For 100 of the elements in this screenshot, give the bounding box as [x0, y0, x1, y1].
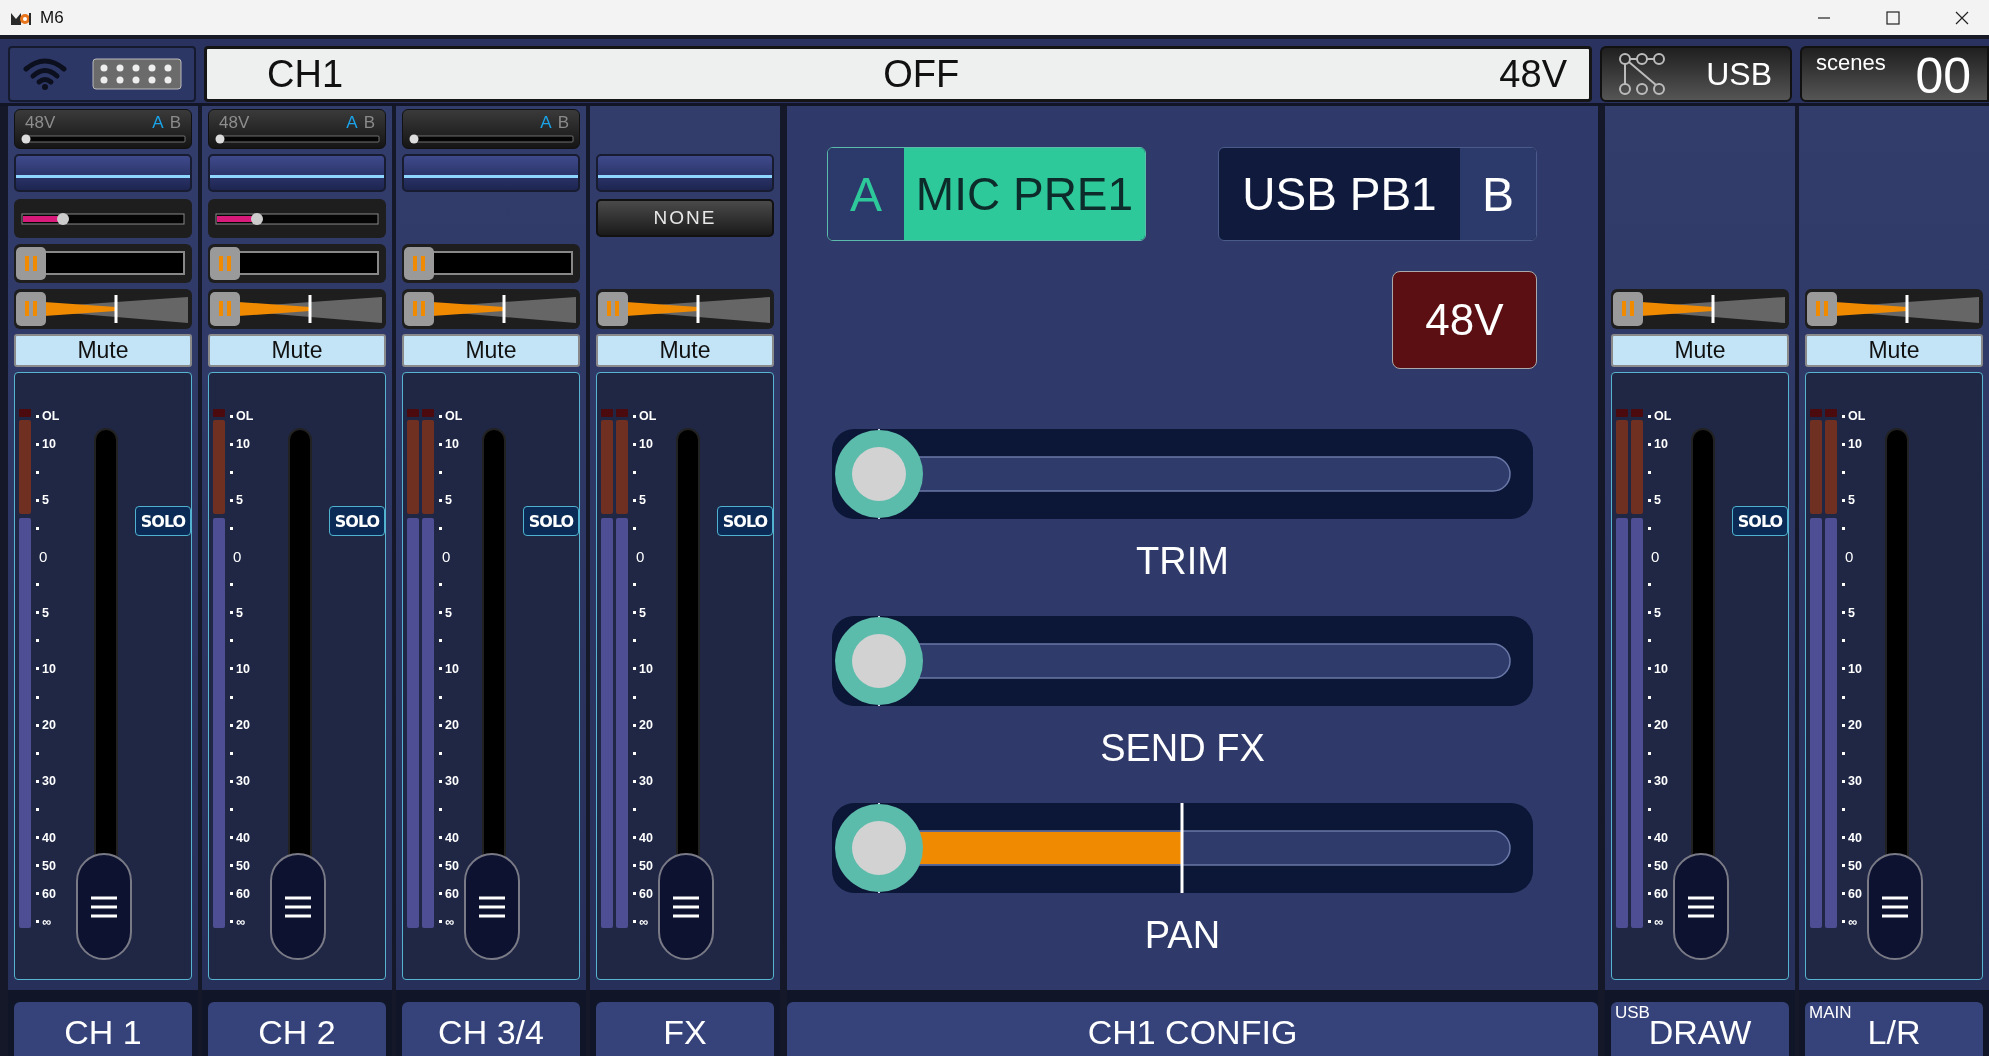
fader-handle[interactable]	[1673, 853, 1729, 960]
gate-slider[interactable]	[14, 244, 192, 283]
config-slider[interactable]	[832, 616, 1533, 706]
scale-tick	[1842, 526, 1845, 530]
scale-label: 5	[42, 605, 49, 620]
scale-tick	[1842, 667, 1845, 671]
scale-tick	[1648, 864, 1651, 868]
mute-button[interactable]: Mute	[14, 334, 192, 367]
routing-button[interactable]: USB	[1600, 46, 1792, 103]
fader-handle[interactable]	[464, 853, 520, 960]
eq-display[interactable]	[208, 154, 386, 192]
scale-label: 10	[1654, 437, 1668, 452]
config-slider[interactable]	[832, 429, 1533, 519]
scale-tick	[230, 723, 233, 727]
eq-display[interactable]	[402, 154, 580, 192]
source-button[interactable]: A MIC PRE1	[827, 147, 1146, 241]
scale-label: 5	[445, 605, 452, 620]
source-letter: A	[828, 148, 904, 240]
scale-tick	[36, 667, 39, 671]
solo-button[interactable]: SOLO	[329, 506, 385, 536]
scale-tick	[1648, 723, 1651, 727]
fader-handle[interactable]	[658, 853, 714, 960]
eq-display[interactable]	[596, 154, 774, 192]
mute-button[interactable]: Mute	[596, 334, 774, 367]
mute-button[interactable]: Mute	[1611, 334, 1789, 367]
display-phantom: 48V	[1499, 52, 1567, 96]
scale-label: 5	[639, 605, 646, 620]
input-level-slider[interactable]	[21, 134, 187, 144]
source-option[interactable]: B	[557, 112, 569, 134]
channel-tab[interactable]: CH 1	[14, 1002, 192, 1056]
scenes-panel[interactable]: scenes 00	[1800, 46, 1989, 103]
tab-name: FX	[663, 1012, 707, 1051]
gate-slider[interactable]	[208, 244, 386, 283]
mute-button[interactable]: Mute	[208, 334, 386, 367]
channel-tab[interactable]: CH 3/4	[402, 1002, 580, 1056]
solo-button[interactable]: SOLO	[135, 506, 191, 536]
scale-tick	[439, 611, 442, 615]
eq-display[interactable]	[14, 154, 192, 192]
mute-button[interactable]: Mute	[1805, 334, 1983, 367]
scale-label: 5	[1848, 605, 1855, 620]
pan-slider[interactable]	[208, 289, 386, 329]
input-level-slider[interactable]	[215, 134, 381, 144]
pan-slider[interactable]	[402, 289, 580, 329]
pan-slider[interactable]	[596, 289, 774, 329]
scale-tick	[633, 836, 636, 840]
source-option[interactable]: A	[540, 112, 552, 134]
gain-slider[interactable]	[14, 199, 192, 238]
phantom-button[interactable]: 48V	[1392, 271, 1537, 369]
channel-tab[interactable]: MAIN L/R	[1805, 1002, 1983, 1056]
config-tab[interactable]: CH1 CONFIG	[787, 1002, 1598, 1056]
channel-tab[interactable]: FX	[596, 1002, 774, 1056]
mute-button[interactable]: Mute	[402, 334, 580, 367]
tab-name: L/R	[1867, 1012, 1921, 1051]
close-icon[interactable]	[1955, 10, 1969, 25]
scale-label: 50	[639, 858, 653, 873]
grip-icon	[478, 895, 506, 918]
config-slider[interactable]	[832, 803, 1533, 893]
solo-button[interactable]: SOLO	[1732, 506, 1788, 536]
scale-tick	[1842, 470, 1845, 474]
scale-tick	[633, 667, 636, 671]
tab-name: CH 3/4	[438, 1012, 544, 1051]
scale-tick	[1648, 667, 1651, 671]
fader-handle[interactable]	[270, 853, 326, 960]
solo-button[interactable]: SOLO	[717, 506, 773, 536]
solo-button[interactable]: SOLO	[523, 506, 579, 536]
scale-label: ∞	[236, 914, 245, 929]
scale-label: OL	[639, 409, 657, 423]
gain-slider[interactable]	[208, 199, 386, 238]
source-option[interactable]: A	[152, 112, 164, 134]
scene-number: 00	[1915, 50, 1971, 103]
source-name: USB PB1	[1241, 167, 1438, 222]
scale-tick	[36, 920, 39, 924]
source-option[interactable]: A	[346, 112, 358, 134]
scale-tick	[1842, 751, 1845, 755]
maximize-icon[interactable]	[1886, 10, 1900, 25]
gate-slider[interactable]	[402, 244, 580, 283]
channel-tab[interactable]: CH 2	[208, 1002, 386, 1056]
fader-handle[interactable]	[76, 853, 132, 960]
scale-tick	[36, 526, 39, 530]
pan-slider[interactable]	[1805, 289, 1983, 329]
scale-tick	[1648, 470, 1651, 474]
pan-slider[interactable]	[1611, 289, 1789, 329]
source-option[interactable]: B	[363, 112, 375, 134]
scale-tick	[633, 611, 636, 615]
scale-tick	[1648, 639, 1651, 643]
scale-tick	[633, 695, 636, 699]
fx-select-button[interactable]: NONE	[596, 199, 774, 237]
scenes-label: scenes	[1816, 50, 1886, 77]
pan-slider[interactable]	[14, 289, 192, 329]
input-level-slider[interactable]	[409, 134, 575, 144]
scale-tick	[1648, 611, 1651, 615]
source-button[interactable]: USB PB1 B	[1218, 147, 1537, 241]
scale-tick	[633, 470, 636, 474]
scale-tick	[439, 808, 442, 812]
scale-tick	[1648, 779, 1651, 783]
tab-prefix: USB	[1615, 1003, 1650, 1023]
scale-label: 50	[445, 858, 459, 873]
source-option[interactable]: B	[169, 112, 181, 134]
fader-handle[interactable]	[1867, 853, 1923, 960]
scale-tick	[36, 583, 39, 587]
